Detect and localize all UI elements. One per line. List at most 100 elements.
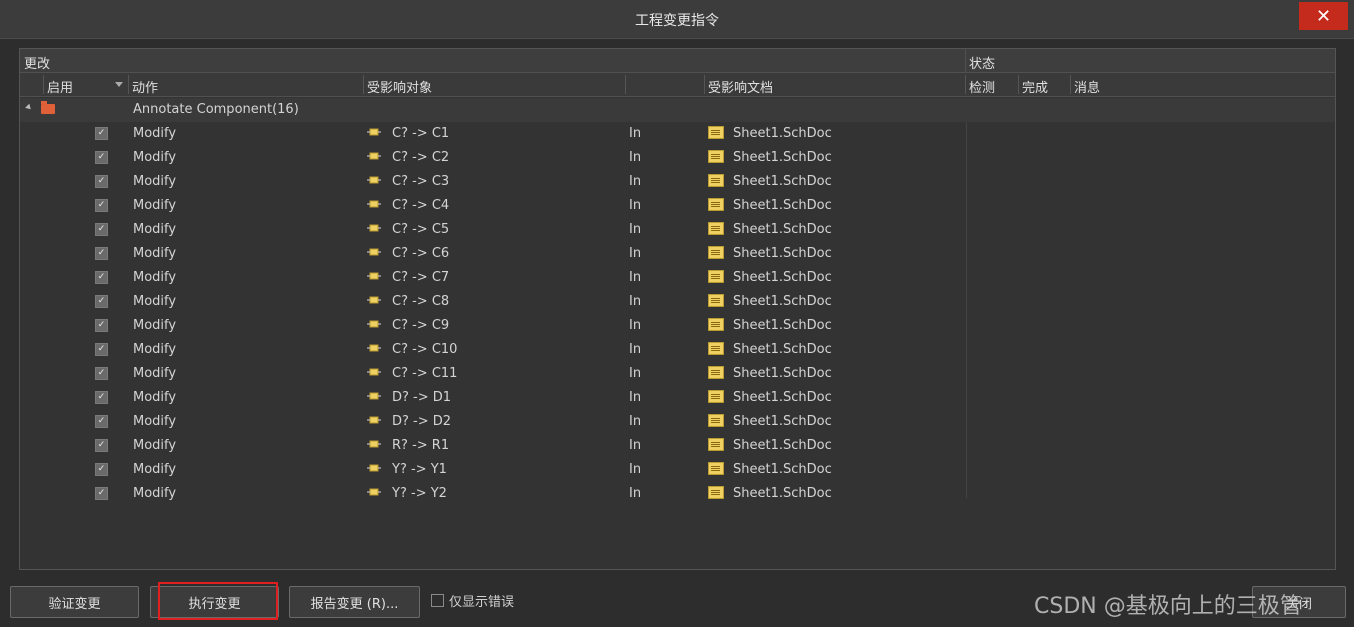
enable-checkbox[interactable]: ✓ — [95, 151, 108, 164]
doc-cell: Sheet1.SchDoc — [733, 486, 832, 501]
only-errors-checkbox[interactable] — [431, 594, 444, 607]
window-title: 工程变更指令 — [635, 13, 719, 29]
schematic-doc-icon — [708, 126, 724, 139]
group-header: 更改 状态 — [20, 49, 1335, 73]
object-cell: C? -> C9 — [392, 318, 450, 333]
direction-cell: In — [629, 486, 642, 501]
doc-cell: Sheet1.SchDoc — [733, 174, 832, 189]
component-icon — [367, 464, 381, 472]
col-affected-object[interactable]: 受影响对象 — [367, 77, 432, 96]
table-row[interactable]: ✓ Modify D? -> D1 In Sheet1.SchDoc — [20, 386, 1335, 410]
component-icon — [367, 200, 381, 208]
object-cell: C? -> C4 — [392, 198, 450, 213]
direction-cell: In — [629, 294, 642, 309]
schematic-doc-icon — [708, 438, 724, 451]
action-cell: Modify — [133, 270, 177, 285]
group-row[interactable]: Annotate Component(16) — [20, 98, 1335, 122]
only-errors-option[interactable]: 仅显示错误 — [431, 591, 514, 610]
changes-panel: 更改 状态 启用 动作 受影响对象 受影响文档 检测 完成 消息 Annotat… — [19, 48, 1336, 570]
object-cell: D? -> D1 — [392, 390, 452, 405]
close-window-button[interactable]: ✕ — [1299, 2, 1348, 30]
table-row[interactable]: ✓ Modify C? -> C1 In Sheet1.SchDoc — [20, 122, 1335, 146]
enable-checkbox[interactable]: ✓ — [95, 247, 108, 260]
enable-checkbox[interactable]: ✓ — [95, 463, 108, 476]
action-cell: Modify — [133, 462, 177, 477]
col-check[interactable]: 检测 — [969, 77, 995, 96]
table-row[interactable]: ✓ Modify Y? -> Y1 In Sheet1.SchDoc — [20, 458, 1335, 482]
direction-cell: In — [629, 366, 642, 381]
col-action[interactable]: 动作 — [132, 77, 158, 96]
object-cell: C? -> C5 — [392, 222, 450, 237]
enable-checkbox[interactable]: ✓ — [95, 487, 108, 500]
table-row[interactable]: ✓ Modify C? -> C3 In Sheet1.SchDoc — [20, 170, 1335, 194]
object-cell: C? -> C10 — [392, 342, 458, 357]
doc-cell: Sheet1.SchDoc — [733, 294, 832, 309]
table-row[interactable]: ✓ Modify D? -> D2 In Sheet1.SchDoc — [20, 410, 1335, 434]
schematic-doc-icon — [708, 270, 724, 283]
action-cell: Modify — [133, 342, 177, 357]
col-affected-doc[interactable]: 受影响文档 — [708, 77, 773, 96]
col-message[interactable]: 消息 — [1074, 77, 1100, 96]
table-row[interactable]: ✓ Modify C? -> C10 In Sheet1.SchDoc — [20, 338, 1335, 362]
enable-checkbox[interactable]: ✓ — [95, 319, 108, 332]
enable-checkbox[interactable]: ✓ — [95, 415, 108, 428]
col-enable[interactable]: 启用 — [47, 77, 73, 96]
doc-cell: Sheet1.SchDoc — [733, 222, 832, 237]
enable-checkbox[interactable]: ✓ — [95, 343, 108, 356]
col-done[interactable]: 完成 — [1022, 77, 1048, 96]
enable-checkbox[interactable]: ✓ — [95, 271, 108, 284]
schematic-doc-icon — [708, 318, 724, 331]
table-row[interactable]: ✓ Modify C? -> C6 In Sheet1.SchDoc — [20, 242, 1335, 266]
enable-checkbox[interactable]: ✓ — [95, 367, 108, 380]
action-cell: Modify — [133, 294, 177, 309]
object-cell: C? -> C6 — [392, 246, 450, 261]
component-icon — [367, 368, 381, 376]
direction-cell: In — [629, 462, 642, 477]
enable-checkbox[interactable]: ✓ — [95, 295, 108, 308]
object-cell: Y? -> Y2 — [392, 486, 447, 501]
doc-cell: Sheet1.SchDoc — [733, 126, 832, 141]
table-row[interactable]: ✓ Modify C? -> C2 In Sheet1.SchDoc — [20, 146, 1335, 170]
enable-checkbox[interactable]: ✓ — [95, 439, 108, 452]
enable-checkbox[interactable]: ✓ — [95, 127, 108, 140]
collapse-icon[interactable] — [25, 103, 33, 112]
sort-down-icon[interactable] — [115, 82, 123, 87]
action-cell: Modify — [133, 126, 177, 141]
schematic-doc-icon — [708, 462, 724, 475]
table-row[interactable]: ✓ Modify C? -> C4 In Sheet1.SchDoc — [20, 194, 1335, 218]
enable-checkbox[interactable]: ✓ — [95, 391, 108, 404]
table-row[interactable]: ✓ Modify C? -> C11 In Sheet1.SchDoc — [20, 362, 1335, 386]
direction-cell: In — [629, 270, 642, 285]
changes-group-label: 更改 — [24, 57, 51, 72]
column-header: 启用 动作 受影响对象 受影响文档 检测 完成 消息 — [20, 73, 1335, 97]
doc-cell: Sheet1.SchDoc — [733, 438, 832, 453]
schematic-doc-icon — [708, 414, 724, 427]
component-icon — [367, 272, 381, 280]
table-row[interactable]: ✓ Modify C? -> C9 In Sheet1.SchDoc — [20, 314, 1335, 338]
table-row[interactable]: ✓ Modify R? -> R1 In Sheet1.SchDoc — [20, 434, 1335, 458]
report-changes-button[interactable]: 报告变更 (R)... — [289, 586, 420, 618]
enable-checkbox[interactable]: ✓ — [95, 223, 108, 236]
group-row-label: Annotate Component(16) — [133, 102, 299, 117]
object-cell: D? -> D2 — [392, 414, 452, 429]
table-row[interactable]: ✓ Modify Y? -> Y2 In Sheet1.SchDoc — [20, 482, 1335, 506]
validate-changes-button[interactable]: 验证变更 — [10, 586, 139, 618]
direction-cell: In — [629, 222, 642, 237]
enable-checkbox[interactable]: ✓ — [95, 175, 108, 188]
doc-cell: Sheet1.SchDoc — [733, 318, 832, 333]
only-errors-label: 仅显示错误 — [449, 595, 515, 610]
schematic-doc-icon — [708, 246, 724, 259]
table-row[interactable]: ✓ Modify C? -> C7 In Sheet1.SchDoc — [20, 266, 1335, 290]
object-cell: C? -> C8 — [392, 294, 450, 309]
action-cell: Modify — [133, 246, 177, 261]
table-row[interactable]: ✓ Modify C? -> C8 In Sheet1.SchDoc — [20, 290, 1335, 314]
action-cell: Modify — [133, 150, 177, 165]
schematic-doc-icon — [708, 198, 724, 211]
object-cell: C? -> C1 — [392, 126, 450, 141]
close-icon: ✕ — [1315, 5, 1332, 27]
table-row[interactable]: ✓ Modify C? -> C5 In Sheet1.SchDoc — [20, 218, 1335, 242]
schematic-doc-icon — [708, 366, 724, 379]
enable-checkbox[interactable]: ✓ — [95, 199, 108, 212]
direction-cell: In — [629, 390, 642, 405]
status-group-label: 状态 — [969, 57, 996, 72]
